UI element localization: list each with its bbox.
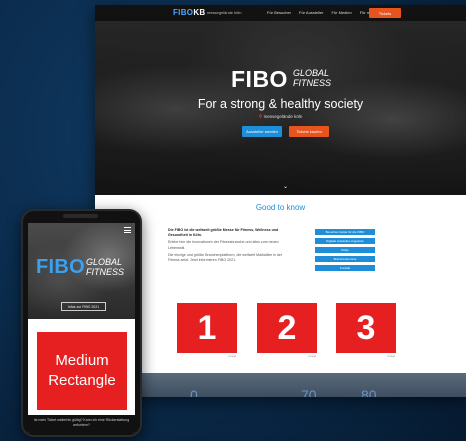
phone-mockup: FIBO GLOBAL FITNESS Infos zur FIBO 2021 … <box>21 209 142 437</box>
industry-dates-button[interactable]: Branchentermine <box>315 256 375 262</box>
hero-headline: For a strong & healthy society <box>197 97 364 111</box>
ad-slot-1[interactable]: 1 <box>177 303 237 353</box>
phone-logo-line1: GLOBAL <box>86 257 123 267</box>
desktop-navbar: FIBOKB messegelände köln Für Besucher Fü… <box>95 5 466 21</box>
nav-link-exhibitors[interactable]: Für Aussteller <box>299 10 323 15</box>
hero-logo-line1: GLOBAL <box>293 68 330 78</box>
digital-offers-button[interactable]: Digitale Aussteller-Angebote <box>315 238 375 244</box>
phone-faq-text: Ist mein Ticket weiterhin gültig? Kann i… <box>28 415 135 433</box>
nav-tagline: messegelände köln <box>207 10 242 15</box>
contact-button[interactable]: Kontakt <box>315 265 375 271</box>
intro-paragraph: Die einzige und größte Branchenplattform… <box>168 252 283 263</box>
nav-links: Für Besucher Für Aussteller Für Medien F… <box>267 10 376 15</box>
hamburger-menu-icon[interactable] <box>124 227 131 235</box>
good-to-know-title: Good to know <box>255 203 306 212</box>
ad-label-line1: Medium <box>55 352 109 369</box>
hero-logo-line2: FITNESS <box>293 78 332 88</box>
hero-location: ⚲ messegelände köln <box>95 114 466 120</box>
exhibitor-button[interactable]: Aussteller werden <box>242 126 282 137</box>
stat-value: 70 <box>301 387 317 397</box>
desktop-mockup: FIBO GLOBAL FITNESS For a strong & healt… <box>95 5 466 397</box>
phone-screen: FIBO GLOBAL FITNESS Infos zur FIBO 2021 … <box>28 223 135 433</box>
nav-link-visitors[interactable]: Für Besucher <box>267 10 291 15</box>
nav-tickets-button[interactable]: Tickets <box>369 8 401 18</box>
phone-logo-line2: FITNESS <box>86 267 125 277</box>
nav-logo[interactable]: FIBOKB <box>173 8 205 17</box>
info-button-list: Besucher-Guide für die FIBO Digitale Aus… <box>315 229 375 271</box>
ad-slot-2[interactable]: 2 <box>257 303 317 353</box>
stat-value: 80 <box>361 387 377 397</box>
intro-paragraph: Die FIBO ist die weltweit größte Messe f… <box>168 228 279 238</box>
intro-paragraph: Erlebe hier die Innovationen der Fitness… <box>168 240 279 250</box>
medium-rectangle-ad[interactable]: Medium Rectangle <box>37 332 127 410</box>
ad-slot-caption: Image <box>387 354 396 358</box>
faq-button[interactable]: FAQs <box>315 247 375 253</box>
ad-slot-3[interactable]: 3 <box>336 303 396 353</box>
phone-logo: FIBO GLOBAL FITNESS <box>36 256 131 278</box>
location-pin-icon: ⚲ <box>258 114 263 120</box>
hero-location-text: messegelände köln <box>263 114 303 119</box>
scroll-down-icon[interactable]: ⌄ <box>283 183 288 190</box>
desktop-hero: FIBO GLOBAL FITNESS For a strong & healt… <box>95 5 466 195</box>
intro-text: Die FIBO ist die weltweit größte Messe f… <box>168 228 283 265</box>
phone-speaker <box>63 214 98 218</box>
visitor-guide-button[interactable]: Besucher-Guide für die FIBO <box>315 229 375 235</box>
phone-hero: FIBO GLOBAL FITNESS Infos zur FIBO 2021 <box>28 223 135 319</box>
phone-info-button[interactable]: Infos zur FIBO 2021 <box>61 302 106 311</box>
stat-value: 0 <box>190 387 198 397</box>
ad-slot-caption: Image <box>308 354 317 358</box>
buy-tickets-button[interactable]: Tickets kaufen <box>289 126 329 137</box>
phone-logo-main: FIBO <box>36 256 85 278</box>
nav-link-media[interactable]: Für Medien <box>331 10 351 15</box>
hero-logo: FIBO GLOBAL FITNESS <box>231 67 351 91</box>
hero-logo-main: FIBO <box>231 66 288 92</box>
ad-slot-caption: Image <box>228 354 237 358</box>
nav-logo-accent: KB <box>193 8 206 17</box>
ad-label-line2: Rectangle <box>48 372 116 389</box>
stats-band: 0 70 80 <box>95 373 466 397</box>
nav-logo-main: FIBO <box>173 8 194 17</box>
